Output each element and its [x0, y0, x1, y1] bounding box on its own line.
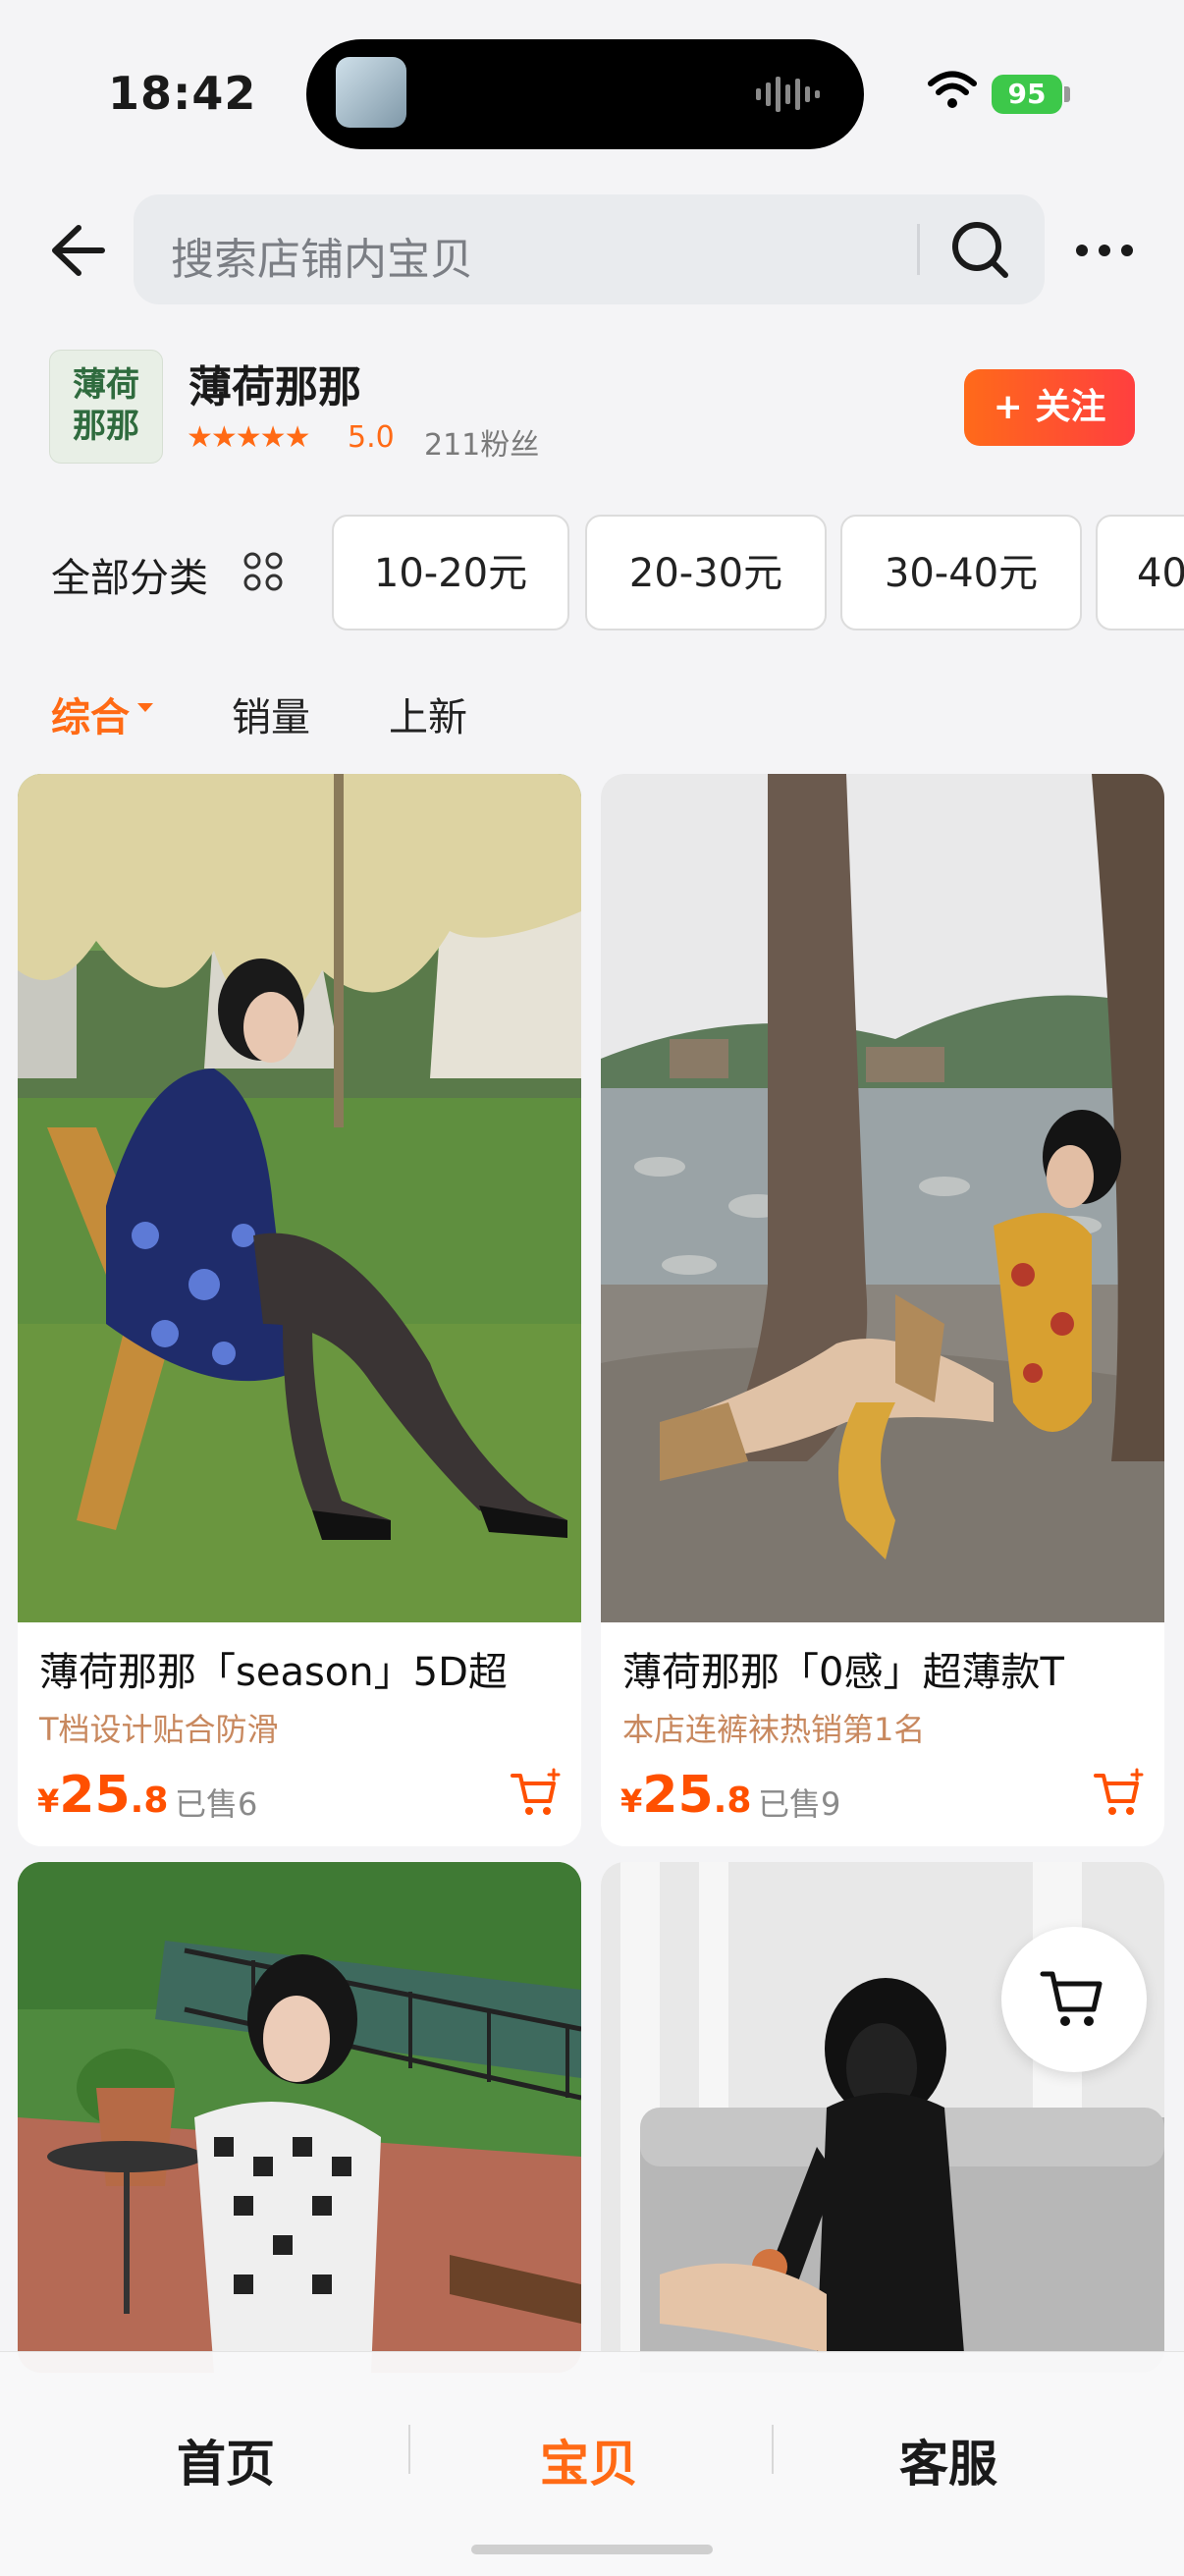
product-sold-count: 已售9 — [758, 1785, 841, 1823]
nav-tab-home[interactable]: 首页 — [177, 2425, 275, 2495]
product-tag: 本店连裤袜热销第1名 — [622, 1711, 926, 1748]
cart-add-icon[interactable] — [509, 1766, 564, 1821]
dynamic-island — [306, 39, 864, 149]
price-decimal: .8 — [130, 1781, 169, 1821]
store-name[interactable]: 薄荷那那 — [188, 352, 361, 414]
nav-tab-items[interactable]: 宝贝 — [540, 2425, 638, 2495]
nav-divider — [772, 2425, 774, 2474]
price-decimal: .8 — [713, 1781, 752, 1821]
search-input[interactable]: 搜索店铺内宝贝 — [134, 194, 1045, 304]
sort-tab-comprehensive[interactable]: 综合 — [51, 685, 130, 742]
store-rating: 5.0 — [348, 420, 395, 455]
app-thumbnail-icon — [336, 57, 406, 128]
product-sold-count: 已售6 — [175, 1785, 258, 1823]
price-chip-20-30[interactable]: 20-30元 — [585, 515, 827, 630]
battery-tip — [1064, 86, 1070, 102]
product-card[interactable]: 薄荷那那「season」5D超 T档设计贴合防滑 ¥25.8 已售6 — [18, 774, 581, 1846]
nav-divider — [408, 2425, 410, 2474]
sort-tab-new[interactable]: 上新 — [389, 685, 467, 742]
cart-add-icon[interactable] — [1092, 1766, 1147, 1821]
product-tag: T档设计贴合防滑 — [39, 1711, 279, 1748]
follow-button[interactable]: + 关注 — [964, 369, 1135, 446]
product-price: ¥25.8 — [37, 1766, 168, 1825]
product-card[interactable]: 薄荷那那「0感」超薄款T 本店连裤袜热销第1名 ¥25.8 已售9 — [601, 774, 1164, 1846]
floating-cart-button[interactable] — [1001, 1927, 1147, 2072]
product-image[interactable] — [18, 774, 581, 1622]
search-icon[interactable] — [948, 218, 1011, 281]
sort-tab-sales[interactable]: 销量 — [232, 685, 310, 742]
sort-caret-icon — [137, 703, 153, 712]
battery-icon: 95 — [992, 75, 1062, 114]
wifi-icon — [928, 71, 977, 108]
product-image[interactable] — [18, 1862, 581, 2373]
product-price: ¥25.8 — [620, 1766, 751, 1825]
all-categories-button[interactable]: 全部分类 — [51, 546, 208, 603]
status-time: 18:42 — [108, 67, 257, 120]
product-title[interactable]: 薄荷那那「season」5D超 — [39, 1640, 569, 1697]
search-placeholder: 搜索店铺内宝贝 — [171, 235, 473, 285]
price-chip-40[interactable]: 40 — [1096, 515, 1184, 630]
audio-wave-icon — [756, 77, 820, 112]
price-integer: 25 — [59, 1766, 131, 1825]
store-logo-text: 薄荷那那 — [73, 365, 139, 446]
bottom-nav: 首页 宝贝 客服 — [0, 2351, 1184, 2576]
price-currency: ¥ — [37, 1782, 60, 1820]
search-divider — [917, 224, 920, 275]
back-arrow-icon[interactable] — [39, 216, 108, 285]
store-fans-count: 211粉丝 — [424, 428, 540, 463]
product-card[interactable] — [18, 1862, 581, 2373]
price-integer: 25 — [642, 1766, 714, 1825]
home-indicator[interactable] — [471, 2545, 713, 2554]
price-chip-30-40[interactable]: 30-40元 — [840, 515, 1082, 630]
price-chip-10-20[interactable]: 10-20元 — [332, 515, 569, 630]
more-icon[interactable] — [1070, 226, 1139, 275]
category-grid-icon[interactable] — [242, 550, 285, 593]
product-title[interactable]: 薄荷那那「0感」超薄款T — [622, 1640, 1153, 1697]
product-image[interactable] — [601, 774, 1164, 1622]
nav-tab-customer-service[interactable]: 客服 — [899, 2425, 997, 2495]
cart-icon — [1040, 1971, 1103, 2026]
store-logo[interactable]: 薄荷那那 — [49, 350, 163, 464]
price-currency: ¥ — [620, 1782, 643, 1820]
rating-stars-icon: ★★★★★ — [187, 420, 310, 455]
